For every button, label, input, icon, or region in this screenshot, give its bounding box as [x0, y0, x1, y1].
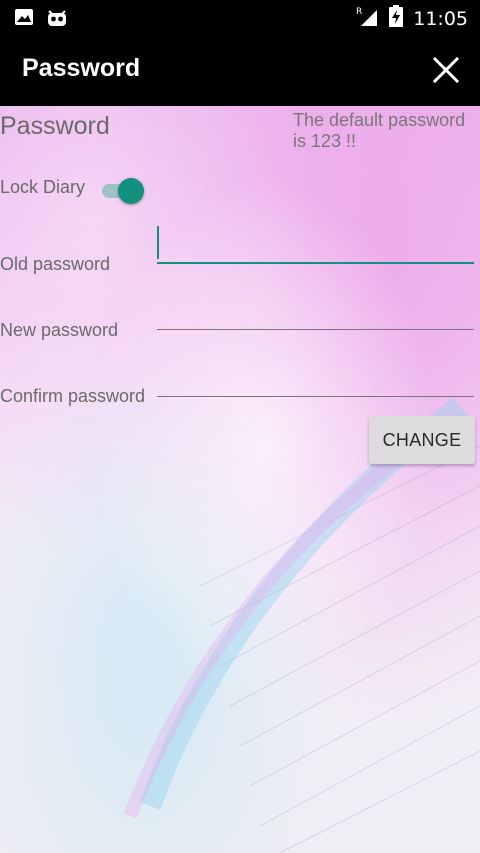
new-password-field[interactable]	[157, 298, 474, 328]
app-bar-title: Password	[22, 54, 141, 82]
confirm-password-field[interactable]	[157, 365, 474, 395]
confirm-password-label: Confirm password	[0, 386, 146, 406]
signal-roaming-icon: R	[355, 5, 379, 32]
new-password-underline	[157, 329, 474, 330]
toggle-thumb	[118, 178, 144, 204]
status-time: 11:05	[413, 7, 468, 30]
password-settings-panel: Password The default password is 123 !! …	[0, 106, 480, 853]
confirm-password-underline	[157, 396, 474, 397]
old-password-label: Old password	[0, 254, 111, 274]
image-icon	[14, 7, 34, 32]
status-bar: R 11:05	[0, 0, 480, 34]
close-icon	[432, 56, 460, 84]
old-password-field[interactable]	[157, 230, 474, 260]
battery-charging-icon	[389, 5, 404, 32]
close-button[interactable]	[424, 48, 468, 92]
background-notebook-art	[123, 397, 480, 853]
app-bar: Password	[0, 34, 480, 106]
text-cursor	[157, 226, 159, 259]
lock-diary-toggle[interactable]	[100, 176, 146, 206]
change-button[interactable]: CHANGE	[369, 416, 475, 464]
new-password-label: New password	[0, 320, 119, 340]
android-icon	[46, 7, 68, 32]
section-title: Password	[0, 112, 110, 140]
old-password-underline	[157, 262, 474, 264]
default-password-hint: The default password is 123 !!	[293, 110, 466, 151]
lock-diary-label: Lock Diary	[0, 177, 86, 197]
svg-text:R: R	[356, 7, 362, 17]
